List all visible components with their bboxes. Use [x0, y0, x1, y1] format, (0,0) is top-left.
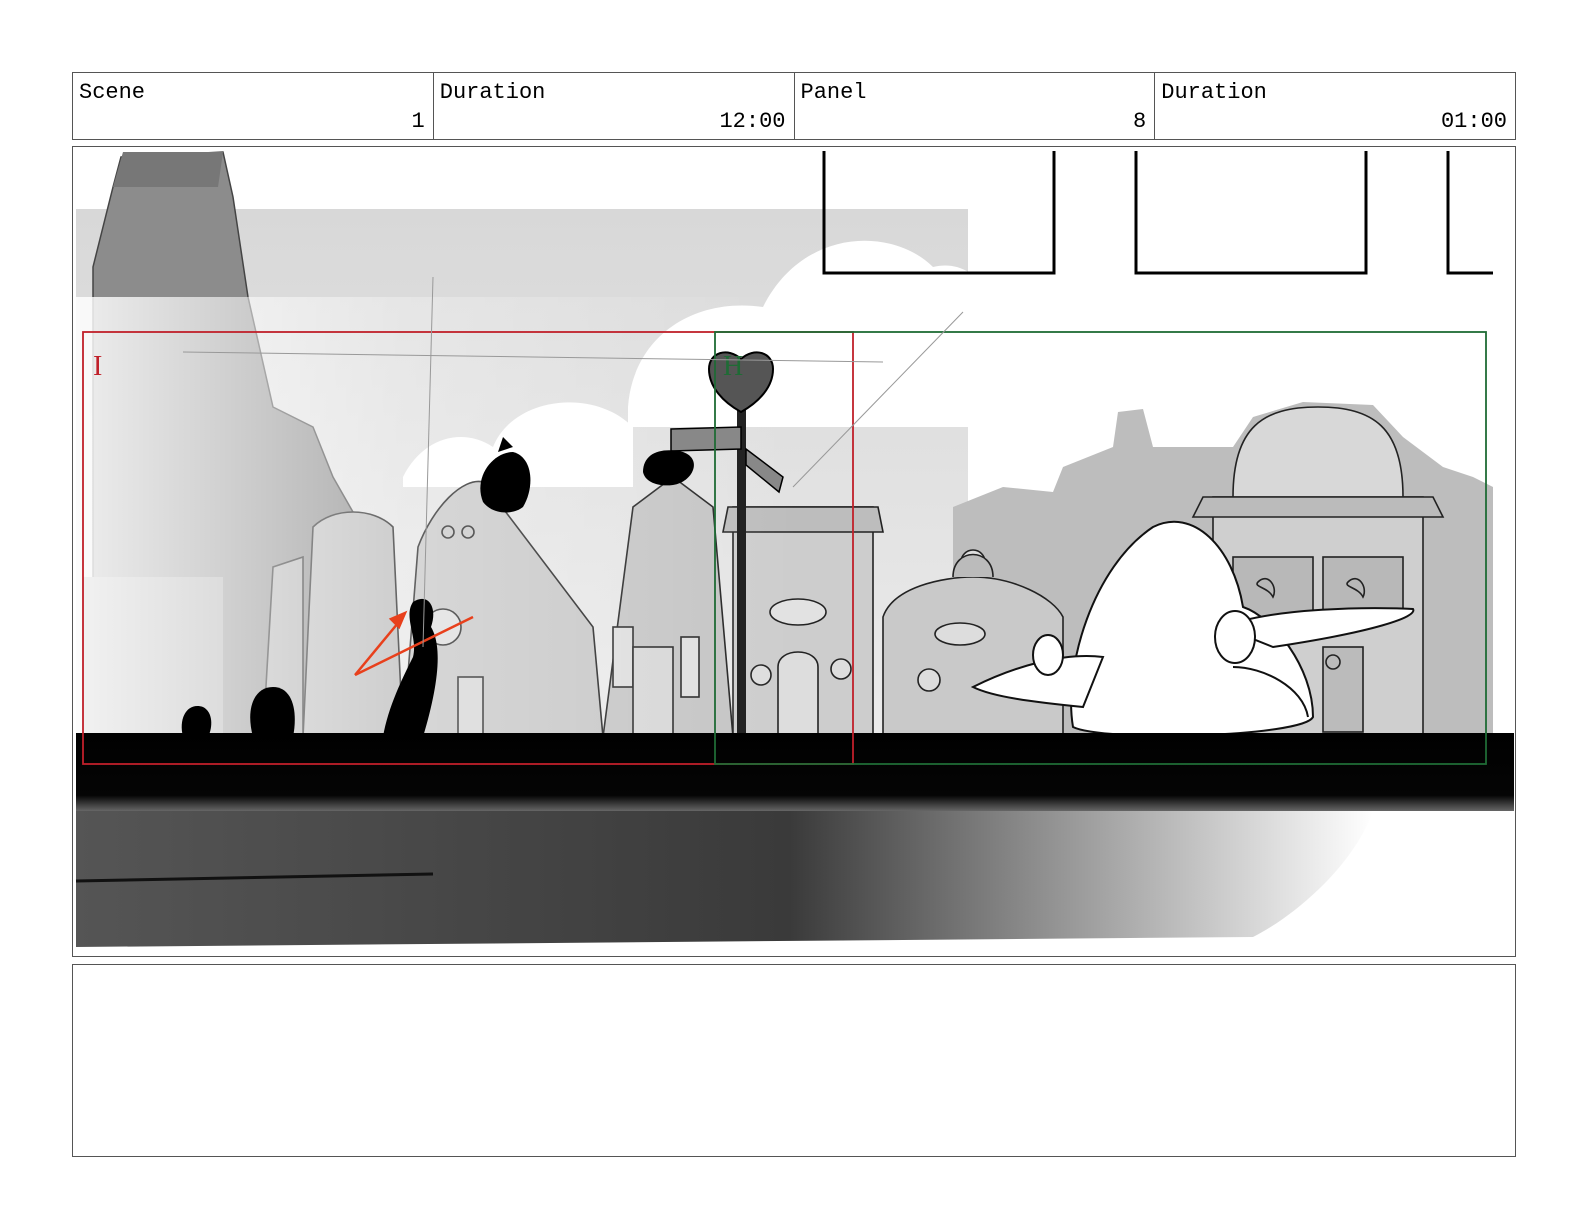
- storyboard-panel: I H: [72, 146, 1516, 957]
- panel-label: Panel: [800, 80, 867, 105]
- ground-shadow: [76, 733, 1514, 811]
- panel-duration-value: 01:00: [1440, 109, 1507, 134]
- panel-drawing: I H: [75, 151, 1514, 947]
- scene-number: 1: [411, 109, 425, 134]
- panel-duration-label: Duration: [1161, 80, 1267, 105]
- scene-cell: Scene 1: [73, 73, 434, 139]
- rock-spire-top: [113, 152, 223, 187]
- frame-marker-h: H: [723, 351, 743, 382]
- scene-duration-label: Duration: [439, 80, 546, 105]
- panel-cell: Panel 8: [795, 73, 1156, 139]
- scene-duration-value: 12:00: [719, 109, 786, 134]
- scene-label: Scene: [79, 80, 146, 105]
- storyboard-header: Scene 1 Duration 12:00 Panel 8 Duration …: [72, 72, 1516, 140]
- frame-marker-i: I: [93, 351, 102, 382]
- scene-duration-cell: Duration 12:00: [434, 73, 795, 139]
- panel-number: 8: [1133, 109, 1147, 134]
- street-foreground: [76, 811, 1373, 947]
- panel-duration-cell: Duration 01:00: [1155, 73, 1515, 139]
- panel-notes[interactable]: [72, 964, 1516, 1157]
